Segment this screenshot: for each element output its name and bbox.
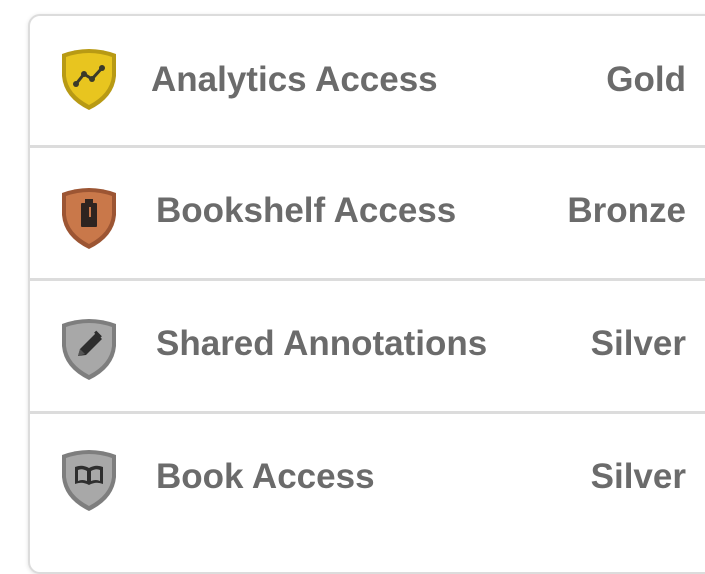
tier-badge-text: Bronze bbox=[567, 191, 686, 230]
list-item-analytics-access[interactable]: Analytics Access Gold bbox=[30, 16, 705, 148]
access-list-card: Analytics Access Gold Bookshelf Access B… bbox=[28, 14, 705, 574]
item-label: Analytics Access bbox=[151, 60, 438, 99]
gold-shield-icon bbox=[58, 46, 120, 112]
list-item-shared-annotations[interactable]: Shared Annotations Silver bbox=[30, 280, 705, 412]
tier-badge-text: Silver bbox=[590, 324, 686, 363]
silver-shield-icon bbox=[58, 316, 120, 382]
bronze-shield-icon bbox=[58, 185, 120, 251]
book-stand-icon bbox=[81, 199, 97, 227]
list-item-bookshelf-access[interactable]: Bookshelf Access Bronze bbox=[30, 147, 705, 279]
list-item-book-access[interactable]: Book Access Silver bbox=[30, 413, 705, 545]
silver-shield-icon bbox=[58, 447, 120, 513]
item-label: Bookshelf Access bbox=[156, 191, 457, 230]
item-label: Book Access bbox=[156, 457, 375, 496]
tier-badge-text: Gold bbox=[606, 60, 686, 99]
item-label: Shared Annotations bbox=[156, 324, 488, 363]
tier-badge-text: Silver bbox=[590, 457, 686, 496]
open-book-icon bbox=[75, 465, 103, 485]
